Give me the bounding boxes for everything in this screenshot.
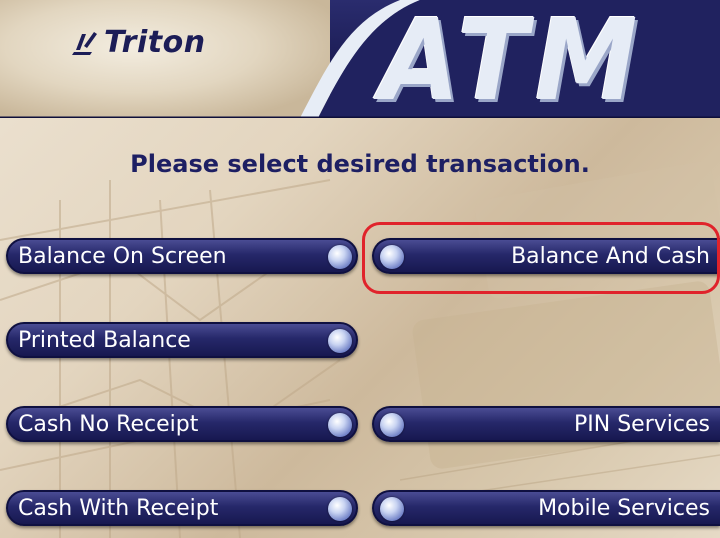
button-label: PIN Services [574, 411, 710, 437]
button-label: Balance On Screen [18, 243, 227, 269]
button-knob-icon [380, 413, 404, 437]
atm-title: ATM [380, 0, 645, 126]
cash-with-receipt-button[interactable]: Cash With Receipt [6, 490, 358, 526]
button-knob-icon [328, 329, 352, 353]
printed-balance-button[interactable]: Printed Balance [6, 322, 358, 358]
header-bar: Triton ATM [0, 0, 720, 126]
button-label: Mobile Services [538, 495, 710, 521]
button-label: Cash No Receipt [18, 411, 199, 437]
button-label: Printed Balance [18, 327, 191, 353]
transaction-prompt: Please select desired transaction. [130, 150, 590, 178]
button-knob-icon [380, 497, 404, 521]
triton-logo: Triton [72, 22, 206, 62]
mobile-services-button[interactable]: Mobile Services [372, 490, 720, 526]
button-knob-icon [328, 245, 352, 269]
triton-mark-icon [72, 32, 97, 55]
balance-on-screen-button[interactable]: Balance On Screen [6, 238, 358, 274]
pin-services-button[interactable]: PIN Services [372, 406, 720, 442]
cash-no-receipt-button[interactable]: Cash No Receipt [6, 406, 358, 442]
brand-name: Triton [104, 24, 206, 60]
atm-screen: Triton ATM Please select desired transac… [0, 0, 720, 538]
button-knob-icon [328, 413, 352, 437]
selection-highlight [362, 222, 720, 294]
button-knob-icon [328, 497, 352, 521]
button-label: Cash With Receipt [18, 495, 219, 521]
